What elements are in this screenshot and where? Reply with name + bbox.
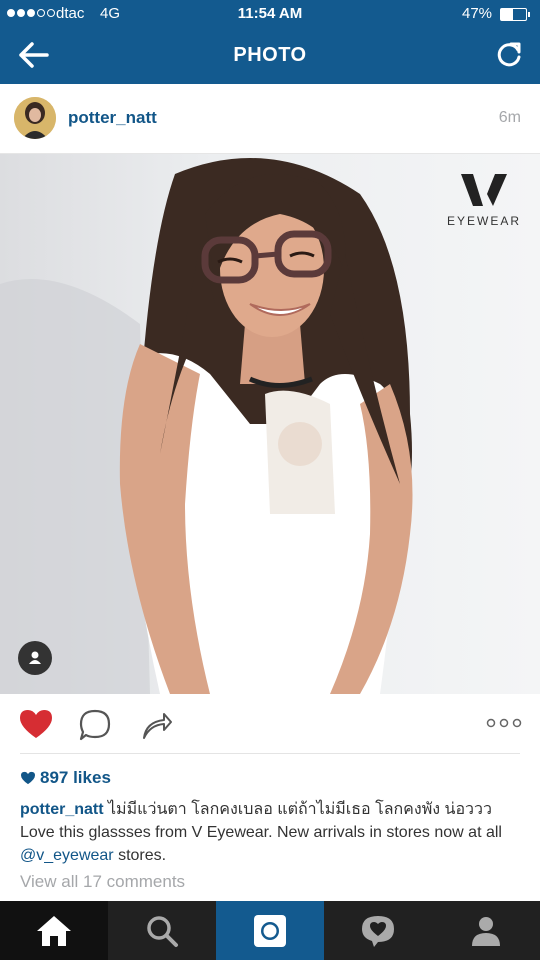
refresh-icon[interactable] (494, 40, 524, 70)
action-bar (0, 694, 540, 754)
tagged-people-button[interactable] (18, 641, 52, 675)
post-username[interactable]: potter_natt (68, 108, 157, 128)
likes-count[interactable]: 897 likes (20, 768, 111, 788)
status-bar: dtac 4G 11:54 AM 47% (0, 0, 540, 28)
search-icon (147, 915, 178, 947)
avatar[interactable] (14, 97, 56, 139)
person-icon (29, 651, 41, 664)
battery-icon (500, 8, 527, 21)
tab-profile[interactable] (432, 901, 540, 960)
camera-icon (254, 914, 286, 947)
portrait-illustration (0, 158, 413, 694)
tab-bar (0, 901, 540, 960)
battery-tip (528, 12, 530, 17)
v-logo-icon (461, 174, 507, 206)
nav-bar: PHOTO (0, 28, 540, 84)
tab-camera[interactable] (216, 901, 324, 960)
share-icon[interactable] (140, 708, 174, 742)
activity-icon (362, 915, 394, 947)
comment-icon[interactable] (78, 708, 112, 742)
brand-logo: EYEWEAR (444, 172, 524, 228)
caption-mention[interactable]: @v_eyewear (20, 847, 114, 864)
tab-activity[interactable] (324, 901, 432, 960)
divider (20, 753, 520, 754)
battery-level (501, 9, 513, 20)
post-header: potter_natt 6m (0, 84, 540, 154)
tab-home[interactable] (0, 901, 108, 960)
likes-label: 897 likes (40, 768, 111, 787)
home-icon (37, 915, 71, 946)
post-photo[interactable]: EYEWEAR (0, 154, 540, 694)
battery-percent: 47% (462, 5, 493, 22)
post-caption: potter_natt ไม่มีแว่นตา โลกคงเบลอ แต่ถ้า… (20, 798, 520, 867)
caption-text-end: stores. (113, 847, 167, 864)
tab-search[interactable] (108, 901, 216, 960)
caption-username[interactable]: potter_natt (20, 801, 104, 818)
brand-text: EYEWEAR (446, 214, 521, 228)
top-bar: dtac 4G 11:54 AM 47% PHOTO (0, 0, 540, 84)
post-time: 6m (498, 109, 521, 126)
heart-icon[interactable] (18, 708, 54, 740)
status-time: 11:54 AM (237, 5, 303, 22)
small-heart-icon (21, 771, 35, 785)
page-title: PHOTO (233, 44, 307, 66)
more-options-icon[interactable] (486, 716, 522, 730)
profile-icon (472, 916, 500, 946)
view-all-comments-link[interactable]: View all 17 comments (20, 872, 185, 892)
